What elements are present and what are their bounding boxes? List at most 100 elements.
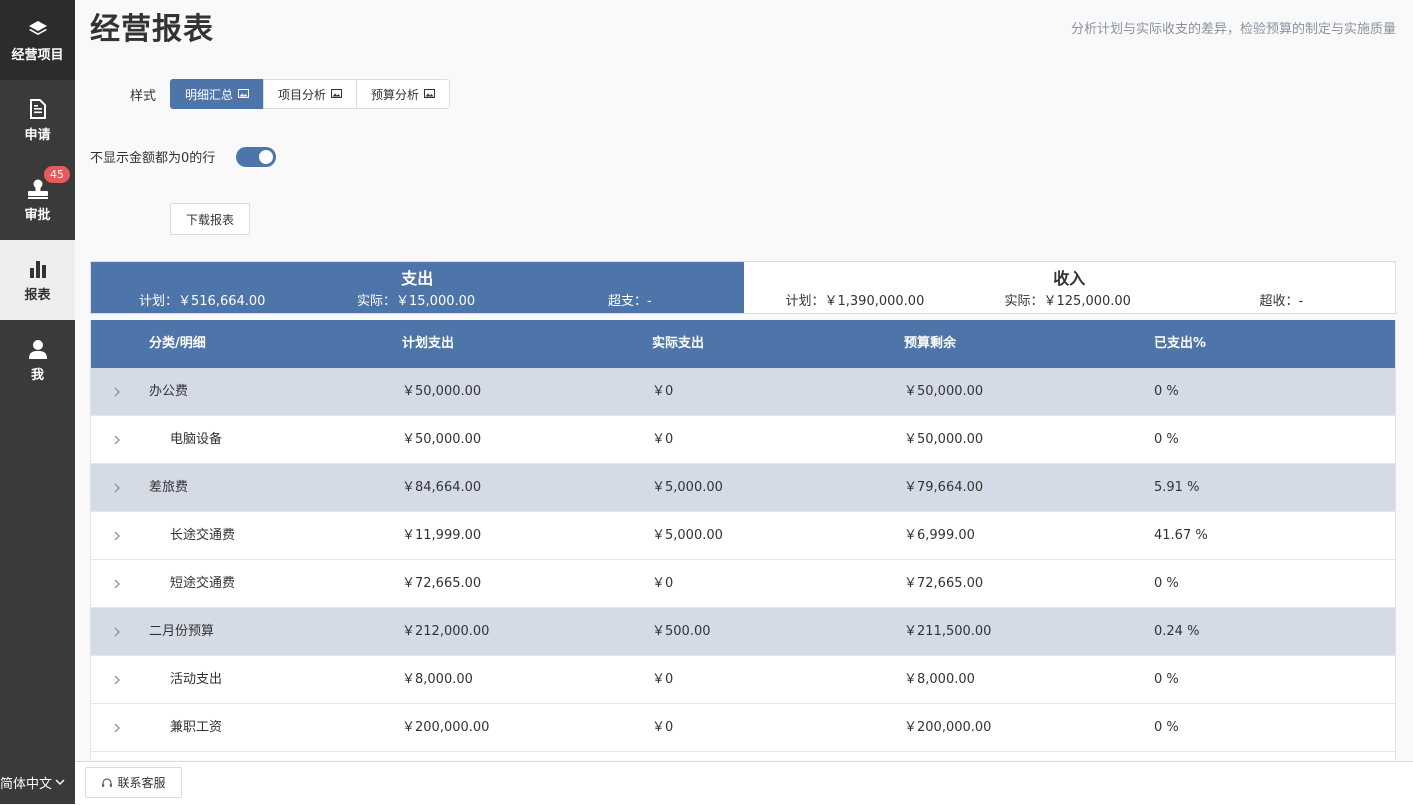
table-row[interactable]: 电脑设备 ￥50,000.00 ￥0 ￥50,000.00 0 % <box>91 416 1395 464</box>
chevron-right-icon[interactable] <box>112 722 122 734</box>
sidebar-item-label: 我 <box>30 367 44 383</box>
sidebar-item-me[interactable]: 我 <box>0 320 75 400</box>
spent-percent-cell: 0 % <box>1154 384 1179 399</box>
chevron-right-icon[interactable] <box>112 482 122 494</box>
tab-project-analysis[interactable]: 项目分析 <box>263 79 358 109</box>
planned-expense-cell: ￥11,999.00 <box>402 528 482 543</box>
spent-percent-cell: 0 % <box>1154 576 1179 591</box>
chevron-right-icon[interactable] <box>112 434 122 446</box>
budget-remaining-cell: ￥50,000.00 <box>904 432 984 447</box>
budget-remaining-cell: ￥72,665.00 <box>904 576 984 591</box>
planned-expense-cell: ￥50,000.00 <box>402 384 482 399</box>
category-cell: 办公费 <box>149 384 189 399</box>
spent-percent-cell: 0 % <box>1154 432 1179 447</box>
hide-zero-rows-label: 不显示金额都为0的行 <box>90 151 216 166</box>
tab-label: 项目分析 <box>278 87 327 102</box>
summary-panel: 支出 计划：￥516,664.00 实际：￥15,000.00 超支：- 收入 … <box>90 261 1396 314</box>
sidebar-item-label: 经营项目 <box>11 47 64 63</box>
budget-remaining-cell: ￥200,000.00 <box>904 720 992 735</box>
budget-remaining-cell: ￥8,000.00 <box>904 672 975 687</box>
table-row[interactable]: 长途交通费 ￥11,999.00 ￥5,000.00 ￥6,999.00 41.67 % <box>91 512 1395 560</box>
style-label: 样式 <box>130 89 157 104</box>
footer-bar: 联系客服 <box>75 761 1413 805</box>
planned-expense-cell: ￥200,000.00 <box>402 720 490 735</box>
category-cell: 长途交通费 <box>170 528 236 543</box>
headset-icon <box>101 777 113 789</box>
category-cell: 电脑设备 <box>170 432 223 447</box>
image-icon <box>331 87 343 101</box>
category-cell: 差旅费 <box>149 480 189 495</box>
table-row[interactable]: 兼职工资 ￥200,000.00 ￥0 ￥200,000.00 0 % <box>91 704 1395 752</box>
income-over: 超收：- <box>1259 294 1304 309</box>
spent-percent-cell: 0 % <box>1154 672 1179 687</box>
document-icon <box>29 98 46 120</box>
chevron-right-icon[interactable] <box>112 386 122 398</box>
table-row[interactable]: 二月份预算 ￥212,000.00 ￥500.00 ￥211,500.00 0.24 % <box>91 608 1395 656</box>
actual-expense-cell: ￥0 <box>652 720 674 735</box>
contact-support-button[interactable]: 联系客服 <box>85 767 182 798</box>
sidebar-item-label: 报表 <box>24 287 51 303</box>
income-summary: 收入 计划：￥1,390,000.00 实际：￥125,000.00 超收：- <box>744 262 1396 313</box>
chevron-down-icon <box>55 775 65 790</box>
page-title: 经营报表 <box>90 12 214 47</box>
language-selector[interactable]: 简体中文 <box>0 773 75 792</box>
spent-percent-cell: 5.91 % <box>1154 480 1200 495</box>
actual-expense-cell: ￥0 <box>652 672 674 687</box>
chevron-right-icon[interactable] <box>112 530 122 542</box>
chevron-right-icon[interactable] <box>112 626 122 638</box>
table-row[interactable]: 办公费 ￥50,000.00 ￥0 ￥50,000.00 0 % <box>91 368 1395 416</box>
download-report-button[interactable]: 下载报表 <box>170 203 250 235</box>
actual-expense-cell: ￥0 <box>652 384 674 399</box>
contact-support-label: 联系客服 <box>117 776 166 790</box>
table-header: 分类/明细 计划支出 实际支出 预算剩余 已支出% <box>91 320 1395 368</box>
sidebar-item-apply[interactable]: 申请 <box>0 80 75 160</box>
sidebar-item-reports[interactable]: 报表 <box>0 240 75 320</box>
expense-summary: 支出 计划：￥516,664.00 实际：￥15,000.00 超支：- <box>91 262 744 313</box>
language-label: 简体中文 <box>0 777 53 792</box>
table-row[interactable]: 活动支出 ￥8,000.00 ￥0 ￥8,000.00 0 % <box>91 656 1395 704</box>
toggle-knob <box>259 150 273 164</box>
tab-budget-analysis[interactable]: 预算分析 <box>356 79 451 109</box>
tab-detail-summary[interactable]: 明细汇总 <box>170 79 265 109</box>
planned-expense-cell: ￥212,000.00 <box>402 624 490 639</box>
stamp-icon <box>27 178 49 200</box>
category-cell: 二月份预算 <box>149 624 215 639</box>
planned-expense-cell: ￥8,000.00 <box>402 672 473 687</box>
approval-count-badge: 45 <box>44 166 70 183</box>
table-row[interactable]: 短途交通费 ￥72,665.00 ￥0 ￥72,665.00 0 % <box>91 560 1395 608</box>
table-row[interactable]: 差旅费 ￥84,664.00 ￥5,000.00 ￥79,664.00 5.91 % <box>91 464 1395 512</box>
category-cell: 活动支出 <box>170 672 223 687</box>
bar-chart-icon <box>28 258 48 280</box>
report-style-tabs: 明细汇总 项目分析 预算分析 <box>170 79 451 109</box>
report-table: 分类/明细 计划支出 实际支出 预算剩余 已支出% 办公费 ￥50,000.00 ￥… <box>90 320 1396 760</box>
user-icon <box>28 338 48 360</box>
column-header[interactable]: 实际支出 <box>652 320 704 368</box>
chevron-right-icon[interactable] <box>112 674 122 686</box>
planned-expense-cell: ￥50,000.00 <box>402 432 482 447</box>
actual-expense-cell: ￥0 <box>652 432 674 447</box>
image-icon <box>238 87 250 101</box>
sidebar-item-projects[interactable]: 经营项目 <box>0 0 75 80</box>
hide-zero-rows-toggle[interactable] <box>236 147 276 167</box>
sidebar-item-label: 申请 <box>24 127 51 143</box>
page-subtitle: 分析计划与实际收支的差异，检验预算的制定与实施质量 <box>1070 22 1396 37</box>
chevron-right-icon[interactable] <box>112 578 122 590</box>
sidebar-item-label: 审批 <box>24 207 51 223</box>
sidebar-item-approve[interactable]: 45 审批 <box>0 160 75 240</box>
planned-expense-cell: ￥84,664.00 <box>402 480 482 495</box>
expense-plan: 计划：￥516,664.00 <box>139 294 266 309</box>
budget-remaining-cell: ￥211,500.00 <box>904 624 992 639</box>
spent-percent-cell: 0 % <box>1154 720 1179 735</box>
actual-expense-cell: ￥5,000.00 <box>652 528 723 543</box>
tab-label: 预算分析 <box>371 87 420 102</box>
column-header[interactable]: 分类/明细 <box>149 320 206 368</box>
budget-remaining-cell: ￥79,664.00 <box>904 480 984 495</box>
sidebar: 经营项目 申请 45 审批 报表 我 简体中文 <box>0 0 75 804</box>
table-body: 办公费 ￥50,000.00 ￥0 ￥50,000.00 0 % 电脑设备 ￥50,000.… <box>91 368 1395 752</box>
column-header[interactable]: 已支出% <box>1154 320 1206 368</box>
planned-expense-cell: ￥72,665.00 <box>402 576 482 591</box>
actual-expense-cell: ￥500.00 <box>652 624 711 639</box>
image-icon <box>424 87 436 101</box>
column-header[interactable]: 预算剩余 <box>904 320 956 368</box>
column-header[interactable]: 计划支出 <box>402 320 454 368</box>
